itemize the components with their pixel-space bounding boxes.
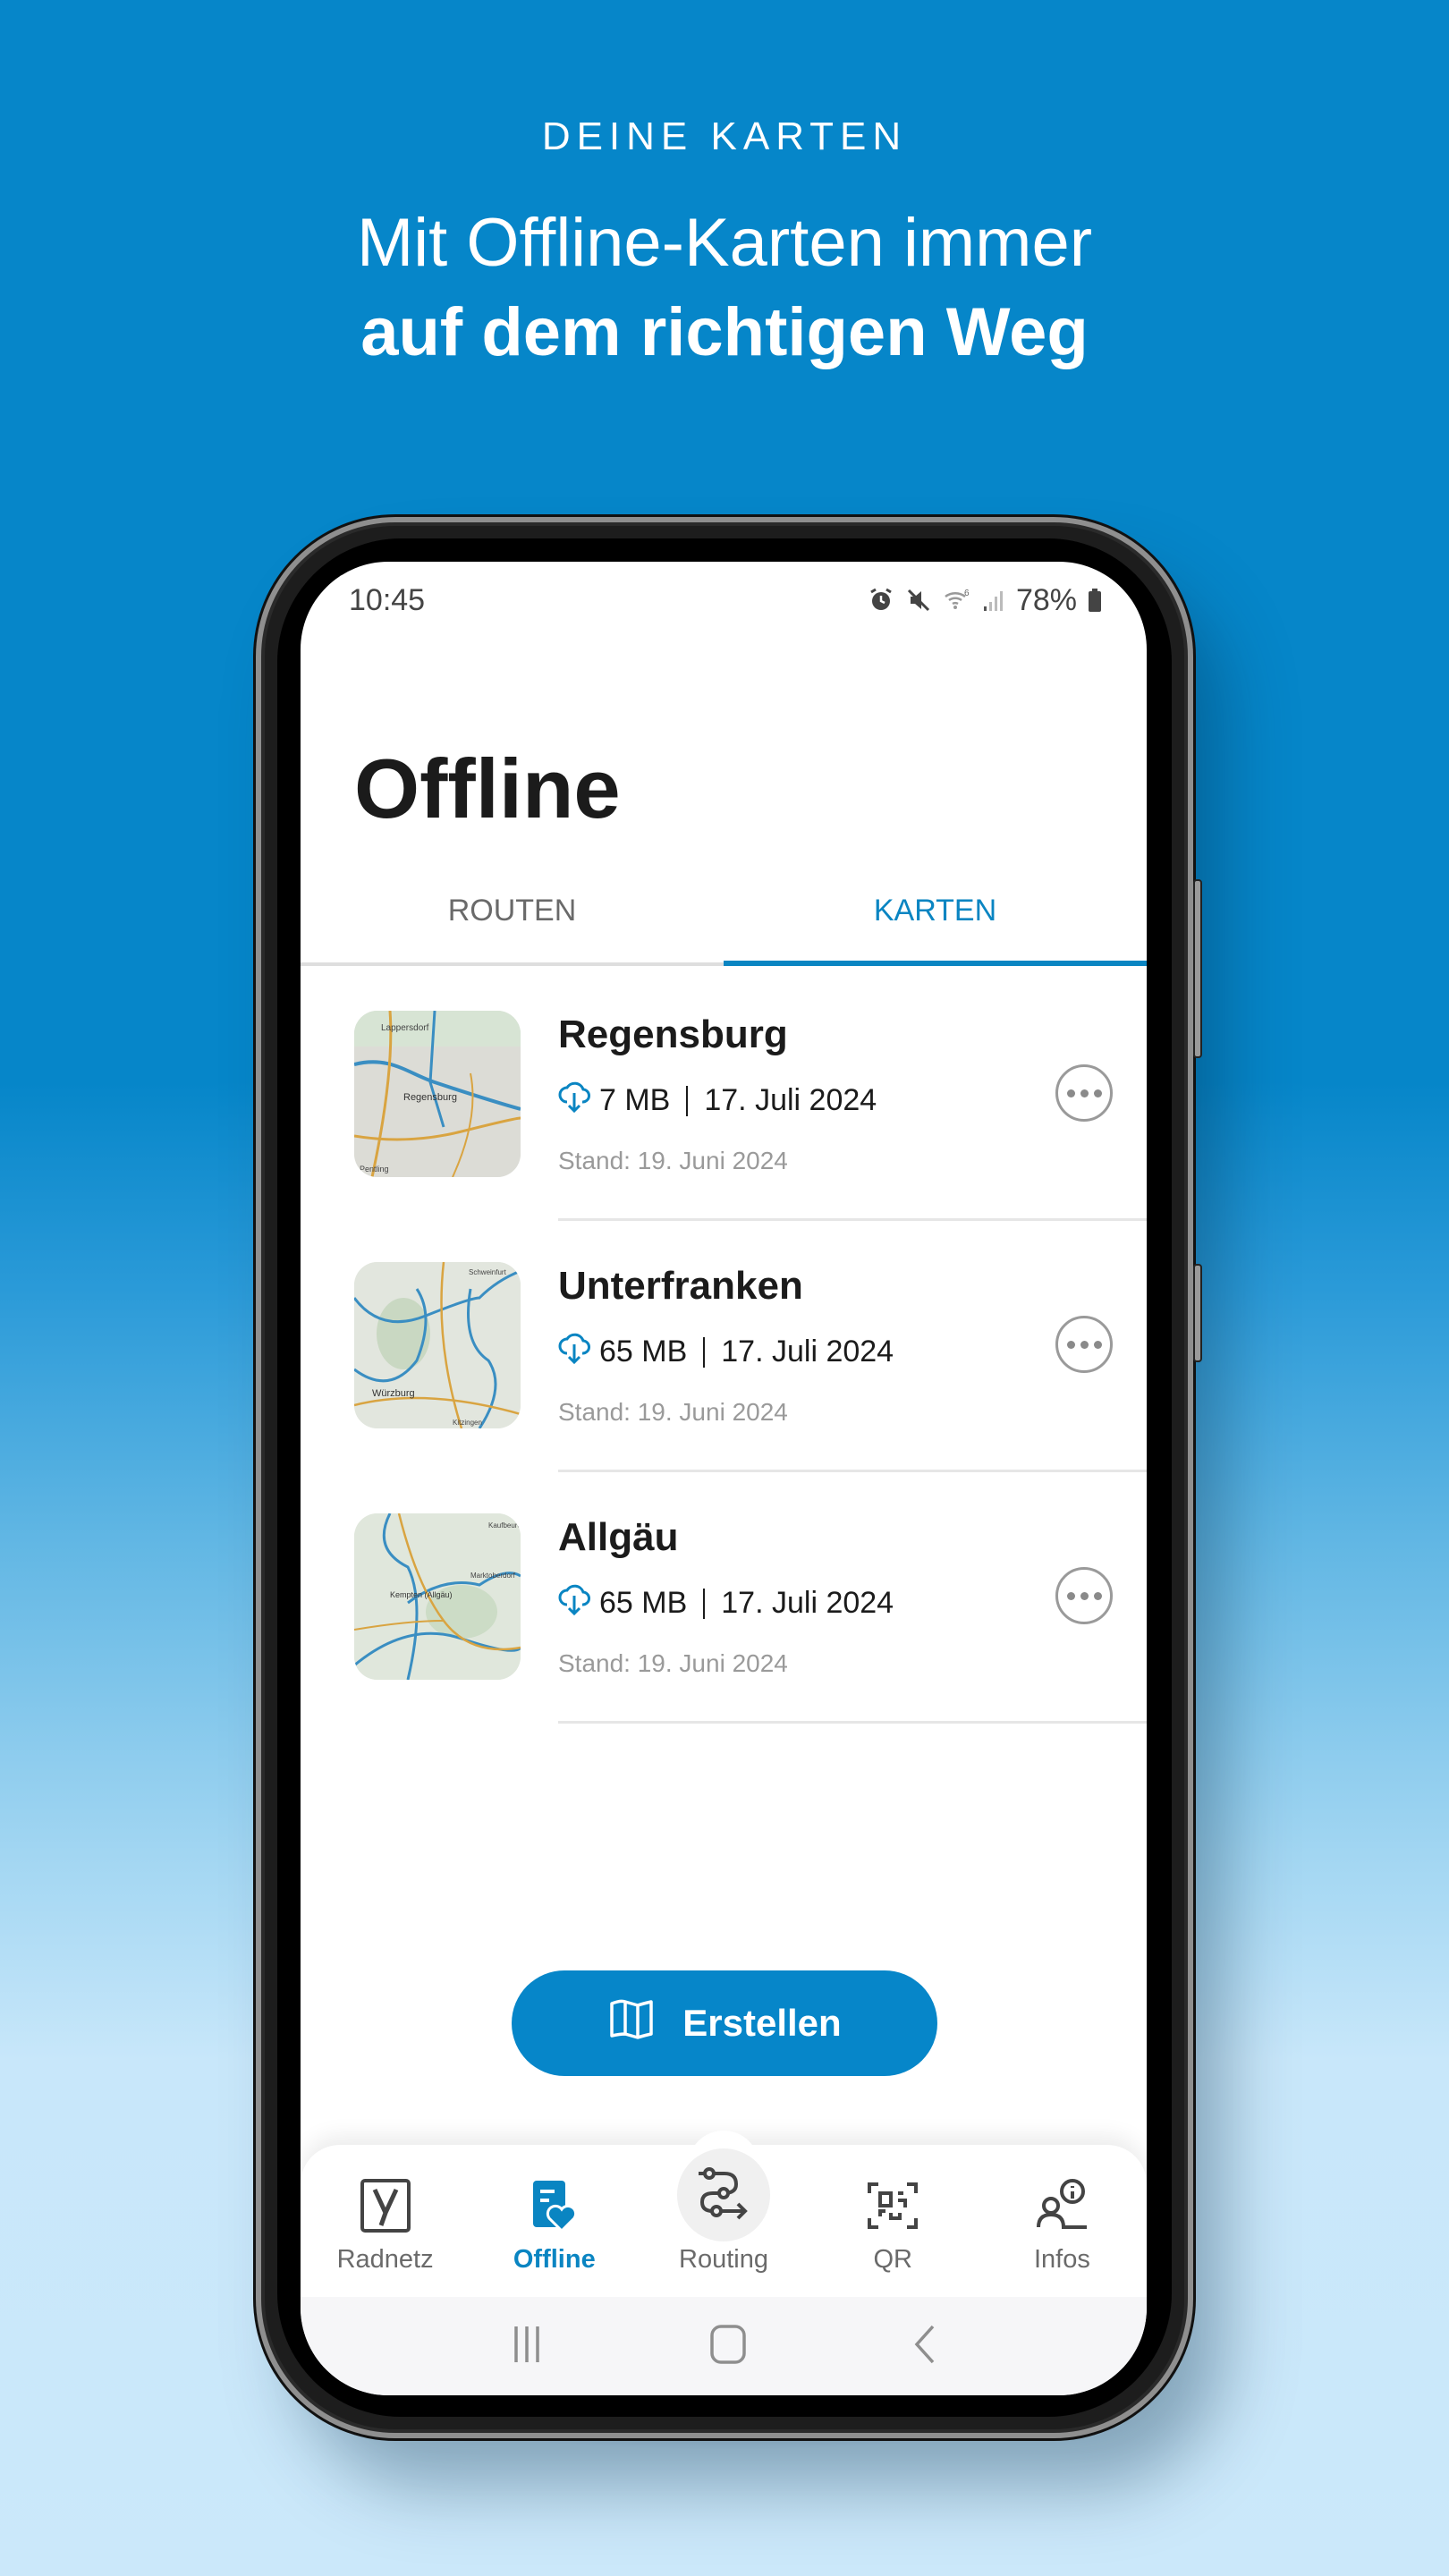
promo-eyebrow: DEINE KARTEN bbox=[541, 114, 908, 158]
info-user-icon bbox=[1033, 2177, 1090, 2234]
nav-label: Infos bbox=[1033, 2245, 1090, 2274]
routing-icon bbox=[695, 2165, 752, 2222]
promo-headline-line1: Mit Offline-Karten immer bbox=[356, 205, 1093, 281]
nav-label: QR bbox=[873, 2245, 912, 2274]
ellipsis-icon bbox=[1066, 1591, 1075, 1600]
offline-favorite-icon bbox=[526, 2177, 583, 2234]
ellipsis-dot bbox=[1080, 1089, 1089, 1097]
promo-headline: Mit Offline-Karten immer auf dem richtig… bbox=[0, 199, 1449, 377]
status-time: 10:45 bbox=[349, 582, 426, 617]
thumb-label: Würzburg bbox=[372, 1388, 415, 1399]
signal-icon bbox=[982, 587, 1005, 614]
recent-apps-button[interactable] bbox=[509, 2325, 545, 2368]
map-download-date: 17. Juli 2024 bbox=[721, 1335, 894, 1368]
ellipsis-dot bbox=[1093, 1089, 1102, 1097]
nav-label: Routing bbox=[679, 2245, 768, 2274]
phone-screen: 10:45 6 78% Offline ROUTEN KARTEN Lapper… bbox=[301, 562, 1147, 2395]
system-navigation-bar bbox=[301, 2297, 1147, 2395]
tab-bar: ROUTEN KARTEN bbox=[301, 866, 1147, 966]
cloud-download-icon bbox=[558, 1581, 590, 1625]
meta-separator bbox=[703, 1336, 706, 1368]
create-button[interactable]: Erstellen bbox=[512, 1970, 937, 2076]
map-thumbnail: Lappersdorf Regensburg Pentling bbox=[354, 1011, 521, 1177]
thumb-label: Schweinfurt bbox=[469, 1268, 507, 1276]
map-stand: Stand: 19. Juni 2024 bbox=[558, 1147, 788, 1174]
qr-scan-icon bbox=[864, 2177, 921, 2234]
map-name: Regensburg bbox=[558, 1013, 788, 1056]
map-thumbnail: Schweinfurt Würzburg Kitzingen bbox=[354, 1262, 521, 1428]
more-options-button[interactable] bbox=[1055, 1567, 1113, 1624]
list-item[interactable]: Schweinfurt Würzburg Kitzingen Unterfran… bbox=[301, 1221, 1147, 1472]
thumb-label: Pentling bbox=[360, 1165, 389, 1174]
thumb-label: Kitzingen bbox=[453, 1419, 482, 1427]
map-list: Lappersdorf Regensburg Pentling Regensbu… bbox=[301, 970, 1147, 1724]
radnetz-logo-icon bbox=[357, 2177, 414, 2234]
ellipsis-dot bbox=[1080, 1340, 1089, 1349]
promo-headline-line2: auf dem richtigen Weg bbox=[360, 294, 1089, 370]
divider bbox=[558, 1721, 1147, 1724]
nav-radnetz[interactable]: Radnetz bbox=[301, 2145, 470, 2297]
meta-separator bbox=[703, 1588, 706, 1619]
nav-offline[interactable]: Offline bbox=[470, 2145, 639, 2297]
more-options-button[interactable] bbox=[1055, 1316, 1113, 1373]
map-meta: 65 MB 17. Juli 2024 bbox=[558, 1581, 894, 1625]
map-size: 7 MB bbox=[599, 1083, 671, 1117]
map-icon bbox=[607, 1995, 656, 2052]
cloud-download-icon bbox=[558, 1330, 590, 1374]
thumb-label: Kaufbeuren bbox=[488, 1521, 521, 1530]
map-download-date: 17. Juli 2024 bbox=[721, 1586, 894, 1620]
map-stand: Stand: 19. Juni 2024 bbox=[558, 1398, 788, 1426]
map-stand: Stand: 19. Juni 2024 bbox=[558, 1649, 788, 1677]
ellipsis-dot bbox=[1093, 1340, 1102, 1349]
create-button-label: Erstellen bbox=[682, 2002, 842, 2044]
back-button[interactable] bbox=[911, 2325, 938, 2368]
bottom-navigation: Radnetz Offline Routing QR Infos bbox=[301, 2131, 1147, 2297]
meta-separator bbox=[686, 1085, 689, 1116]
more-options-button[interactable] bbox=[1055, 1064, 1113, 1122]
svg-text:6: 6 bbox=[964, 589, 970, 598]
nav-routing[interactable]: Routing bbox=[639, 2145, 808, 2297]
nav-label: Offline bbox=[513, 2245, 596, 2274]
page-title: Offline bbox=[354, 741, 621, 835]
nav-label: Radnetz bbox=[336, 2245, 434, 2274]
battery-icon bbox=[1088, 587, 1102, 614]
power-button bbox=[1193, 1264, 1202, 1362]
tab-routen[interactable]: ROUTEN bbox=[301, 866, 724, 962]
map-size: 65 MB bbox=[599, 1335, 688, 1368]
nav-infos[interactable]: Infos bbox=[978, 2145, 1147, 2297]
mute-icon bbox=[905, 587, 932, 614]
battery-percentage: 78% bbox=[1015, 582, 1077, 617]
volume-button bbox=[1193, 879, 1202, 1058]
map-name: Unterfranken bbox=[558, 1264, 803, 1308]
map-thumbnail: Kaufbeuren Marktoberdorf Kempten (Allgäu… bbox=[354, 1513, 521, 1680]
list-item[interactable]: Kaufbeuren Marktoberdorf Kempten (Allgäu… bbox=[301, 1472, 1147, 1724]
ellipsis-dot bbox=[1080, 1591, 1089, 1600]
thumb-label: Lappersdorf bbox=[381, 1023, 429, 1033]
wifi-icon: 6 bbox=[943, 587, 971, 614]
ellipsis-icon bbox=[1066, 1340, 1075, 1349]
map-size: 65 MB bbox=[599, 1586, 688, 1620]
map-meta: 65 MB 17. Juli 2024 bbox=[558, 1330, 894, 1374]
ellipsis-icon bbox=[1066, 1089, 1075, 1097]
tab-karten[interactable]: KARTEN bbox=[724, 866, 1147, 966]
status-bar: 10:45 6 78% bbox=[349, 578, 1102, 623]
nav-qr[interactable]: QR bbox=[809, 2145, 978, 2297]
map-download-date: 17. Juli 2024 bbox=[704, 1083, 877, 1117]
alarm-icon bbox=[868, 587, 894, 614]
list-item[interactable]: Lappersdorf Regensburg Pentling Regensbu… bbox=[301, 970, 1147, 1221]
thumb-label: Regensburg bbox=[403, 1092, 457, 1103]
thumb-label: Kempten (Allgäu) bbox=[390, 1590, 453, 1599]
home-button[interactable] bbox=[710, 2324, 746, 2368]
map-name: Allgäu bbox=[558, 1515, 679, 1559]
ellipsis-dot bbox=[1093, 1591, 1102, 1600]
thumb-label: Marktoberdorf bbox=[470, 1572, 516, 1580]
map-meta: 7 MB 17. Juli 2024 bbox=[558, 1079, 877, 1123]
cloud-download-icon bbox=[558, 1079, 590, 1123]
